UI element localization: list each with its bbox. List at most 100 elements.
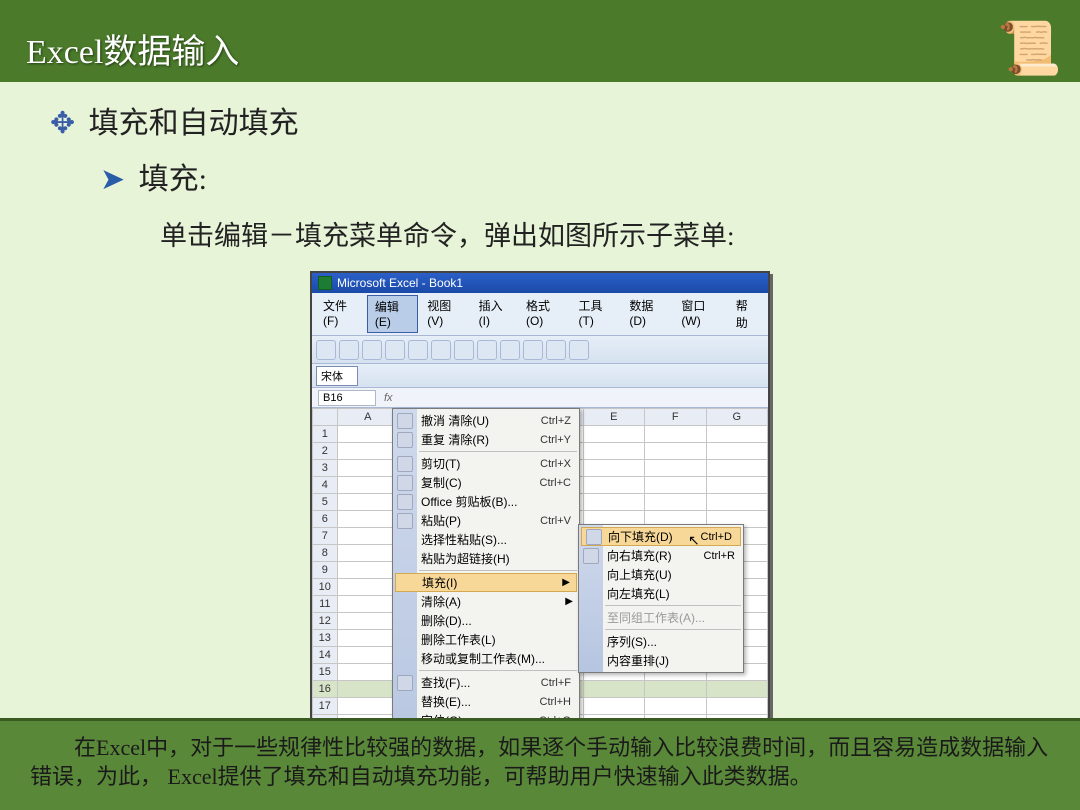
grid-cell[interactable] (337, 426, 398, 443)
toolbar-button[interactable] (385, 340, 405, 360)
menu-item[interactable]: 替换(E)...Ctrl+H (393, 692, 579, 711)
toolbar-button[interactable] (362, 340, 382, 360)
row-header[interactable]: 14 (313, 647, 338, 664)
column-header[interactable]: G (706, 409, 768, 426)
menu-item[interactable]: 填充(I)▶ (395, 573, 577, 592)
column-header[interactable]: A (337, 409, 398, 426)
row-header[interactable]: 2 (313, 443, 338, 460)
row-header[interactable]: 9 (313, 562, 338, 579)
toolbar-button[interactable] (523, 340, 543, 360)
grid-cell[interactable] (583, 460, 644, 477)
grid-cell[interactable] (337, 511, 398, 528)
submenu-item[interactable]: 向上填充(U) (579, 565, 743, 584)
grid-cell[interactable] (706, 698, 768, 715)
grid-cell[interactable] (337, 630, 398, 647)
grid-cell[interactable] (706, 681, 768, 698)
grid-cell[interactable] (706, 477, 768, 494)
toolbar-button[interactable] (454, 340, 474, 360)
menu-item[interactable]: Office 剪贴板(B)... (393, 492, 579, 511)
row-header[interactable]: 6 (313, 511, 338, 528)
row-header[interactable]: 11 (313, 596, 338, 613)
menu-item[interactable]: 数据(D) (622, 295, 672, 333)
toolbar-button[interactable] (339, 340, 359, 360)
grid-cell[interactable] (583, 698, 644, 715)
menu-item[interactable]: 查找(F)...Ctrl+F (393, 673, 579, 692)
menu-item[interactable]: 帮助 (729, 295, 764, 333)
grid-cell[interactable] (337, 460, 398, 477)
grid-cell[interactable] (645, 681, 706, 698)
toolbar-button[interactable] (431, 340, 451, 360)
grid-cell[interactable] (337, 647, 398, 664)
menu-item[interactable]: 移动或复制工作表(M)... (393, 649, 579, 668)
grid-cell[interactable] (337, 613, 398, 630)
grid-cell[interactable] (645, 443, 706, 460)
submenu-item[interactable]: 向右填充(R)Ctrl+R (579, 546, 743, 565)
submenu-item[interactable]: 序列(S)... (579, 632, 743, 651)
row-header[interactable]: 4 (313, 477, 338, 494)
menu-item[interactable]: 格式(O) (519, 295, 570, 333)
grid-cell[interactable] (583, 426, 644, 443)
menu-item[interactable]: 清除(A)▶ (393, 592, 579, 611)
grid-cell[interactable] (337, 443, 398, 460)
row-header[interactable]: 3 (313, 460, 338, 477)
name-box[interactable]: B16 (318, 390, 376, 406)
toolbar-button[interactable] (546, 340, 566, 360)
grid-cell[interactable] (706, 460, 768, 477)
grid-cell[interactable] (583, 443, 644, 460)
toolbar-button[interactable] (569, 340, 589, 360)
toolbar-button[interactable] (316, 340, 336, 360)
menu-item[interactable]: 工具(T) (572, 295, 621, 333)
menu-item[interactable]: 视图(V) (420, 295, 469, 333)
grid-cell[interactable] (706, 443, 768, 460)
grid-cell[interactable] (706, 494, 768, 511)
menu-item[interactable]: 复制(C)Ctrl+C (393, 473, 579, 492)
submenu-item[interactable]: 内容重排(J) (579, 651, 743, 670)
menu-item[interactable]: 撤消 清除(U)Ctrl+Z (393, 411, 579, 430)
grid-cell[interactable] (337, 477, 398, 494)
grid-cell[interactable] (583, 494, 644, 511)
row-header[interactable]: 16 (313, 681, 338, 698)
submenu-item[interactable]: 向下填充(D)Ctrl+D↖ (581, 527, 741, 546)
font-selector[interactable]: 宋体 (316, 366, 358, 386)
grid-cell[interactable] (337, 494, 398, 511)
menu-item[interactable]: 选择性粘贴(S)... (393, 530, 579, 549)
row-header[interactable]: 1 (313, 426, 338, 443)
column-header[interactable]: E (583, 409, 644, 426)
grid-cell[interactable] (337, 698, 398, 715)
menu-item[interactable]: 删除工作表(L) (393, 630, 579, 649)
grid-cell[interactable] (337, 545, 398, 562)
grid-cell[interactable] (645, 494, 706, 511)
grid-cell[interactable] (337, 528, 398, 545)
grid-cell[interactable] (645, 698, 706, 715)
menu-item[interactable]: 窗口(W) (674, 295, 726, 333)
row-header[interactable]: 12 (313, 613, 338, 630)
menu-item[interactable]: 剪切(T)Ctrl+X (393, 454, 579, 473)
menu-item[interactable]: 插入(I) (472, 295, 517, 333)
row-header[interactable]: 8 (313, 545, 338, 562)
grid-cell[interactable] (337, 681, 398, 698)
row-header[interactable]: 17 (313, 698, 338, 715)
submenu-item[interactable]: 向左填充(L) (579, 584, 743, 603)
grid-cell[interactable] (645, 460, 706, 477)
menu-item[interactable]: 粘贴(P)Ctrl+V (393, 511, 579, 530)
menu-item[interactable]: 删除(D)... (393, 611, 579, 630)
grid-cell[interactable] (337, 596, 398, 613)
column-header[interactable] (313, 409, 338, 426)
grid-cell[interactable] (337, 664, 398, 681)
row-header[interactable]: 13 (313, 630, 338, 647)
row-header[interactable]: 7 (313, 528, 338, 545)
row-header[interactable]: 10 (313, 579, 338, 596)
grid-cell[interactable] (337, 579, 398, 596)
column-header[interactable]: F (645, 409, 706, 426)
menu-item[interactable]: 编辑(E) (367, 295, 418, 333)
row-header[interactable]: 15 (313, 664, 338, 681)
toolbar-button[interactable] (477, 340, 497, 360)
grid-cell[interactable] (583, 681, 644, 698)
toolbar-button[interactable] (500, 340, 520, 360)
menu-item[interactable]: 重复 清除(R)Ctrl+Y (393, 430, 579, 449)
fx-icon[interactable]: fx (384, 392, 393, 404)
grid-cell[interactable] (706, 426, 768, 443)
grid-cell[interactable] (583, 477, 644, 494)
row-header[interactable]: 5 (313, 494, 338, 511)
menu-item[interactable]: 文件(F) (316, 295, 365, 333)
